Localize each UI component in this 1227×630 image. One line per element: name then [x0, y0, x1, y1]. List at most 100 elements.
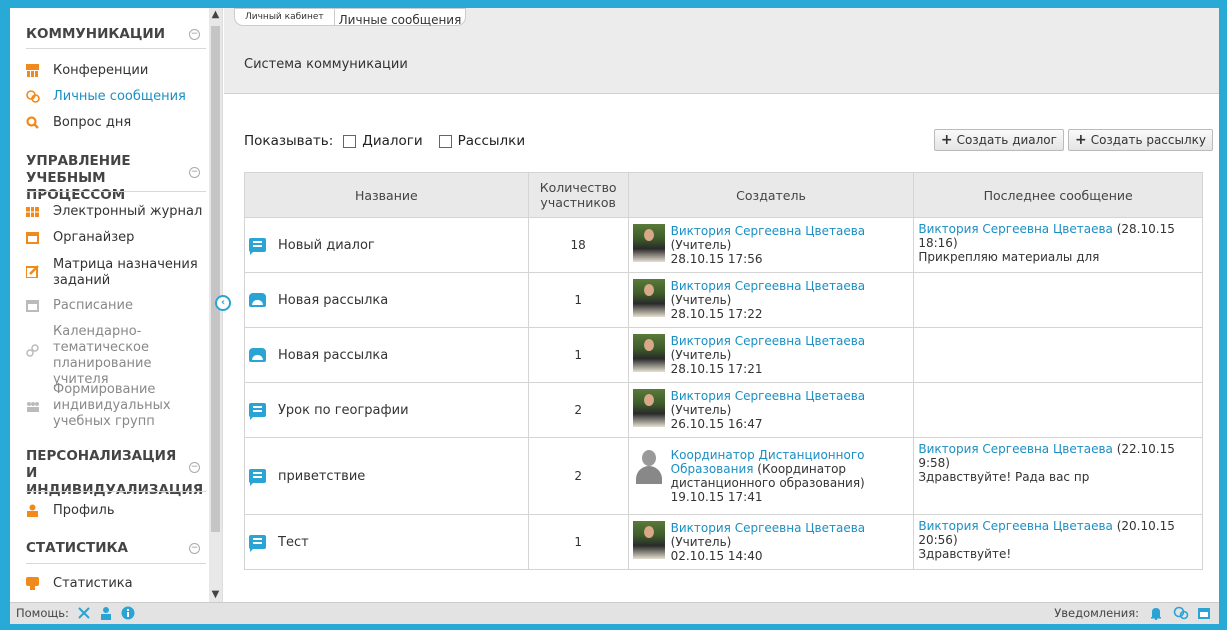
divider: [26, 191, 206, 192]
name-cell[interactable]: Новый диалог: [244, 217, 529, 273]
conversation-name[interactable]: приветствие: [278, 469, 365, 484]
page-title: Система коммуникации: [244, 57, 408, 72]
name-cell[interactable]: приветствие: [244, 437, 529, 515]
divider: [26, 491, 206, 492]
creator-role: (Учитель): [670, 403, 732, 417]
info-icon[interactable]: [121, 606, 135, 620]
sidebar-item-label: Статистика: [53, 576, 133, 591]
last-author-link[interactable]: Виктория Сергеевна Цветаева: [918, 222, 1113, 236]
table-row[interactable]: Тест 1 Виктория Сергеевна Цветаева (Учите…: [244, 514, 1203, 570]
name-cell[interactable]: Тест: [244, 514, 529, 570]
tools-icon[interactable]: [77, 606, 91, 620]
participants-count: 2: [527, 437, 629, 515]
creator-link[interactable]: Виктория Сергеевна Цветаева: [671, 224, 866, 238]
creator-link[interactable]: Виктория Сергеевна Цветаева: [671, 521, 866, 535]
collapse-section-icon[interactable]: −: [189, 543, 200, 554]
bell-icon[interactable]: [1149, 606, 1163, 621]
table-row[interactable]: Новая рассылка 1 Виктория Сергеевна Цвет…: [244, 272, 1203, 328]
collapse-sidebar-icon[interactable]: ‹: [215, 295, 231, 311]
sidebar-item-label: Электронный журнал: [53, 204, 203, 219]
participants-count: 1: [527, 514, 629, 570]
last-message-text: Здравствуйте! Рада вас пр: [918, 470, 1090, 484]
chat-icon[interactable]: [1173, 606, 1189, 620]
mailing-icon: [249, 293, 266, 307]
button-label: Создать диалог: [956, 133, 1057, 147]
sidebar-item-label: Конференции: [53, 63, 149, 78]
column-header-name[interactable]: Название: [244, 172, 529, 218]
last-message-cell: [913, 327, 1203, 383]
last-message-cell: Виктория Сергеевна Цветаева (20.10.15 20…: [913, 514, 1203, 570]
table-row[interactable]: Новая рассылка 1 Виктория Сергеевна Цвет…: [244, 327, 1203, 383]
table-row[interactable]: Урок по географии 2 Виктория Сергеевна Ц…: [244, 382, 1203, 438]
column-header-creator[interactable]: Создатель: [627, 172, 915, 218]
creator-role: (Учитель): [670, 348, 732, 362]
help-area: Помощь:: [16, 606, 135, 620]
table-row[interactable]: Новый диалог 18 Виктория Сергеевна Цвета…: [244, 217, 1203, 273]
button-label: Создать рассылку: [1090, 133, 1206, 147]
plus-icon: +: [940, 132, 953, 148]
creator-cell: Виктория Сергеевна Цветаева (Учитель) 28.1…: [627, 217, 915, 273]
last-message-cell: Виктория Сергеевна Цветаева (28.10.15 18…: [913, 217, 1203, 273]
avatar: [632, 279, 665, 317]
section-statistics[interactable]: СТАТИСТИКА −: [26, 540, 206, 557]
avatar: [632, 521, 665, 559]
last-author-link[interactable]: Виктория Сергеевна Цветаева: [918, 519, 1113, 533]
conversation-name[interactable]: Урок по географии: [278, 403, 409, 418]
sidebar-item-label: Профиль: [53, 503, 115, 518]
messages-table: Название Количество участников Создатель…: [244, 172, 1203, 570]
name-cell[interactable]: Новая рассылка: [244, 327, 529, 383]
create-dialog-button[interactable]: + Создать диалог: [933, 129, 1064, 151]
name-cell[interactable]: Новая рассылка: [244, 272, 529, 328]
creator-link[interactable]: Виктория Сергеевна Цветаева: [671, 389, 866, 403]
journal-grid-icon: [26, 205, 39, 218]
scroll-up-icon[interactable]: ▲: [209, 8, 222, 22]
table-row[interactable]: приветствие 2 Координатор Дистанционного…: [244, 437, 1203, 515]
calendar-icon[interactable]: [1197, 606, 1211, 620]
scroll-down-icon[interactable]: ▼: [209, 588, 222, 602]
notifications-label: Уведомления:: [1054, 606, 1139, 620]
conversation-name[interactable]: Новая рассылка: [278, 348, 388, 363]
statistics-icon: [26, 577, 39, 590]
sidebar-item-label: Органайзер: [53, 230, 135, 245]
user-icon: [26, 504, 39, 517]
creator-role: (Учитель): [670, 293, 732, 307]
app-frame: КОММУНИКАЦИИ − Конференции Личные сообще…: [10, 8, 1219, 624]
edit-icon: [25, 265, 39, 279]
conversation-name[interactable]: Новый диалог: [278, 238, 375, 253]
last-author-link[interactable]: Виктория Сергеевна Цветаева: [918, 442, 1113, 456]
mailings-checkbox[interactable]: [438, 134, 452, 148]
created-date: 28.10.15 17:22: [670, 307, 763, 321]
creator-link[interactable]: Виктория Сергеевна Цветаева: [671, 279, 866, 293]
dialogs-label: Диалоги: [362, 133, 423, 149]
support-icon[interactable]: [99, 606, 113, 620]
column-header-participants[interactable]: Количество участников: [527, 172, 629, 218]
creator-cell: Виктория Сергеевна Цветаева (Учитель) 02.1…: [627, 514, 915, 570]
column-header-last-message[interactable]: Последнее сообщение: [913, 172, 1203, 218]
conversation-name[interactable]: Новая рассылка: [278, 293, 388, 308]
collapse-section-icon[interactable]: −: [189, 167, 200, 178]
section-communications[interactable]: КОММУНИКАЦИИ −: [26, 26, 206, 43]
name-cell[interactable]: Урок по географии: [244, 382, 529, 438]
dialog-icon: [249, 535, 266, 552]
breadcrumb-messages[interactable]: Личные сообщения: [334, 8, 467, 27]
sidebar-item-label: Личные сообщения: [53, 89, 186, 104]
created-date: 02.10.15 14:40: [670, 549, 763, 563]
dialogs-checkbox[interactable]: [343, 134, 357, 148]
collapse-section-icon[interactable]: −: [189, 462, 200, 473]
sidebar-item-label: Календарно-тематическое планирование учи…: [53, 324, 152, 387]
breadcrumb-account[interactable]: Личный кабинет: [234, 8, 335, 26]
section-learning-management[interactable]: УПРАВЛЕНИЕ УЧЕБНЫМ ПРОЦЕССОМ −: [26, 153, 206, 204]
scrollbar-thumb[interactable]: [211, 26, 220, 532]
create-mailing-button[interactable]: + Создать рассылку: [1067, 129, 1213, 151]
creator-cell: Виктория Сергеевна Цветаева (Учитель) 26.1…: [627, 382, 915, 438]
sidebar-item-label: Матрица назначения заданий: [53, 257, 198, 288]
page-header: Личный кабинет Личные сообщения Система …: [224, 8, 1219, 94]
sidebar-menu: КОММУНИКАЦИИ − Конференции Личные сообще…: [10, 8, 210, 602]
creator-link[interactable]: Виктория Сергеевна Цветаева: [671, 334, 866, 348]
mailing-icon: [249, 348, 266, 362]
conversation-name[interactable]: Тест: [278, 535, 309, 550]
collapse-section-icon[interactable]: −: [189, 29, 200, 40]
creator-role: (Учитель): [670, 535, 732, 549]
chat-bubbles-icon: [26, 90, 40, 103]
participants-count: 1: [527, 327, 629, 383]
